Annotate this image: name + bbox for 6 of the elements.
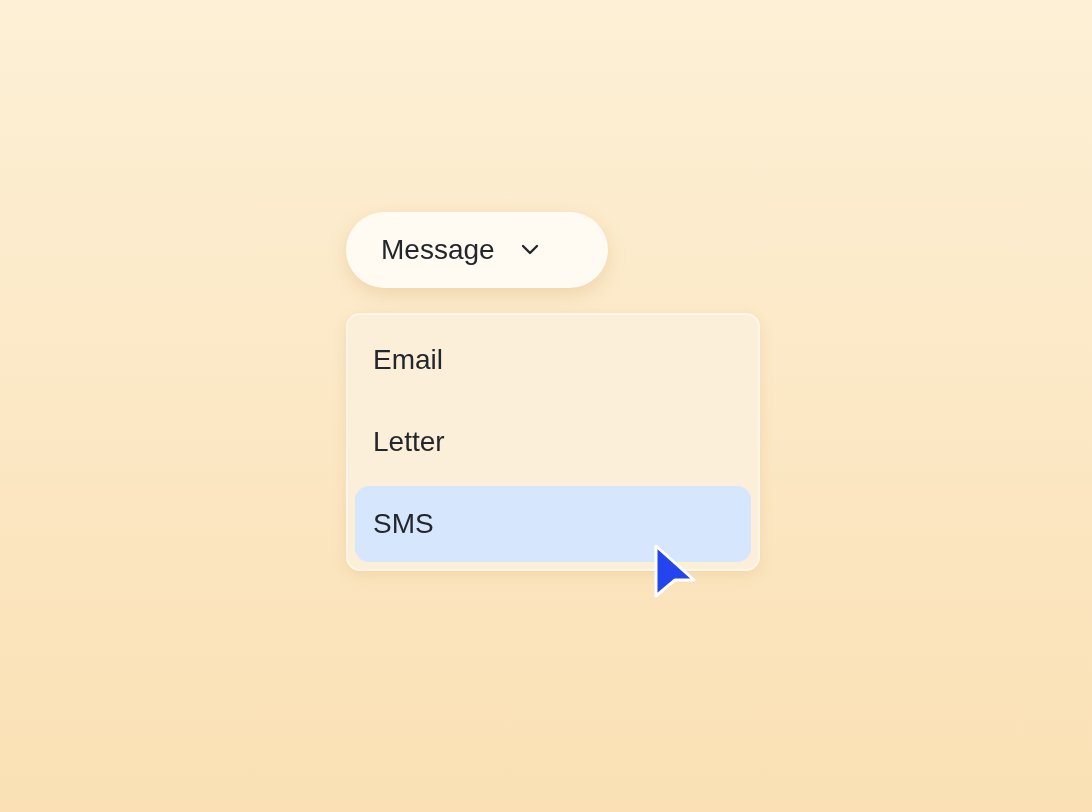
menu-item[interactable]: Letter	[355, 404, 751, 480]
chevron-down-icon	[520, 244, 539, 256]
menu-item[interactable]: SMS	[355, 486, 751, 562]
menu-item[interactable]: Email	[355, 322, 751, 398]
mouse-pointer-icon	[653, 543, 697, 599]
dropdown-button[interactable]: Message	[346, 212, 608, 288]
